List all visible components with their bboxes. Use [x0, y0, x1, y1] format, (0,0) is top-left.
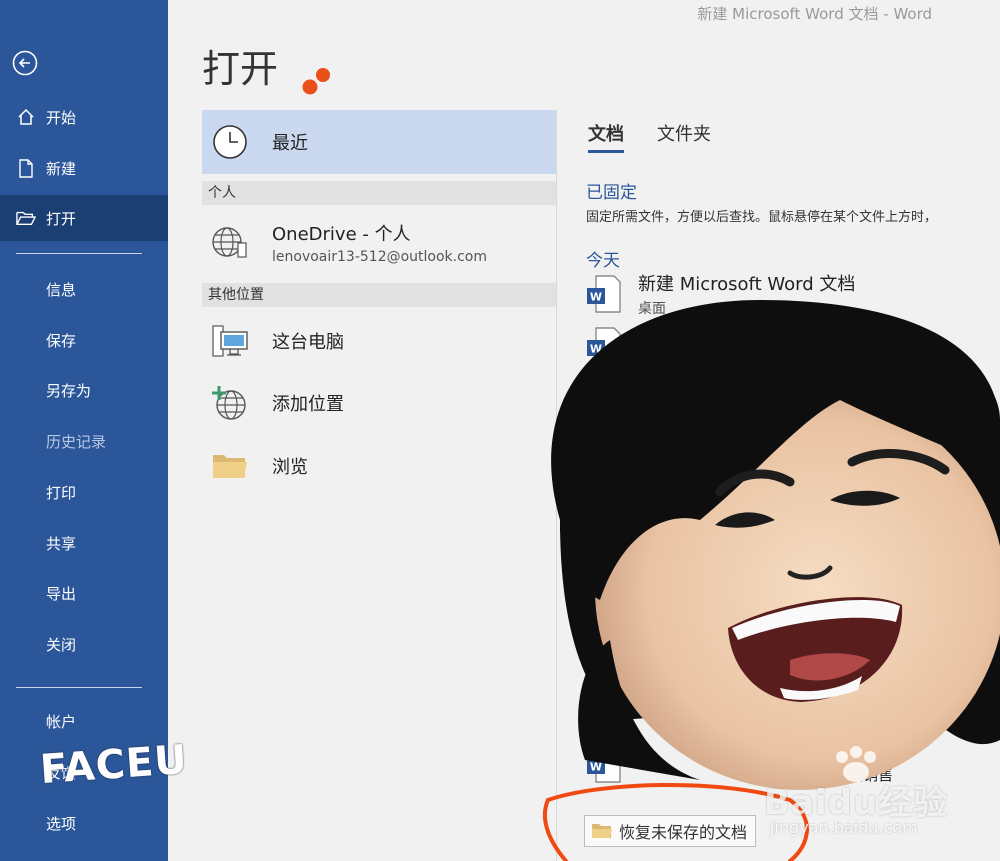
baidu-watermark-url: jingyan.baidu.com: [770, 818, 918, 837]
baidu-watermark: Baidu经验: [764, 783, 949, 823]
cartoon-face-sticker: [542, 300, 1000, 861]
